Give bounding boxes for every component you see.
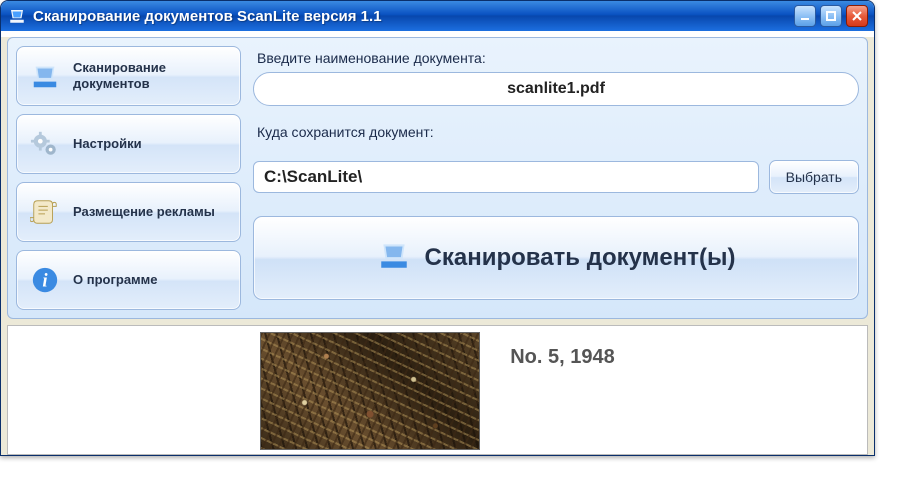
close-button[interactable] (846, 5, 868, 27)
sidebar-item-label: Настройки (73, 136, 228, 152)
info-icon: i (29, 264, 61, 296)
sidebar-item-settings[interactable]: Настройки (16, 114, 241, 174)
path-input[interactable] (253, 161, 759, 193)
main-area: Введите наименование документа: Куда сох… (253, 46, 859, 310)
filename-label: Введите наименование документа: (257, 50, 855, 66)
scroll-icon (29, 196, 61, 228)
client-area: Сканирование документов Настройки Размещ… (1, 37, 874, 455)
sidebar-item-about[interactable]: i О программе (16, 250, 241, 310)
filename-input[interactable] (253, 72, 859, 106)
maximize-button[interactable] (820, 5, 842, 27)
sidebar-item-scan[interactable]: Сканирование документов (16, 46, 241, 106)
preview-thumbnail[interactable] (260, 332, 480, 450)
minimize-button[interactable] (794, 5, 816, 27)
preview-caption: No. 5, 1948 (510, 346, 615, 369)
scan-button-label: Сканировать документ(ы) (425, 244, 736, 272)
scanner-icon (29, 60, 61, 92)
path-label: Куда сохранится документ: (257, 124, 855, 140)
preview-panel: No. 5, 1948 (7, 325, 868, 455)
svg-text:i: i (42, 271, 48, 292)
sidebar-item-label: Сканирование документов (73, 60, 228, 93)
gears-icon (29, 128, 61, 160)
sidebar: Сканирование документов Настройки Размещ… (16, 46, 241, 310)
window-title: Сканирование документов ScanLite версия … (33, 8, 794, 25)
title-bar[interactable]: Сканирование документов ScanLite версия … (1, 1, 874, 31)
sidebar-item-label: Размещение рекламы (73, 204, 228, 220)
sidebar-item-label: О программе (73, 272, 228, 288)
browse-button[interactable]: Выбрать (769, 160, 859, 194)
sidebar-item-ads[interactable]: Размещение рекламы (16, 182, 241, 242)
window-controls (794, 5, 868, 27)
scanner-icon (377, 238, 411, 279)
upper-panel: Сканирование документов Настройки Размещ… (7, 37, 868, 319)
app-window: Сканирование документов ScanLite версия … (0, 0, 875, 456)
app-icon (7, 6, 27, 26)
scan-button[interactable]: Сканировать документ(ы) (253, 216, 859, 300)
